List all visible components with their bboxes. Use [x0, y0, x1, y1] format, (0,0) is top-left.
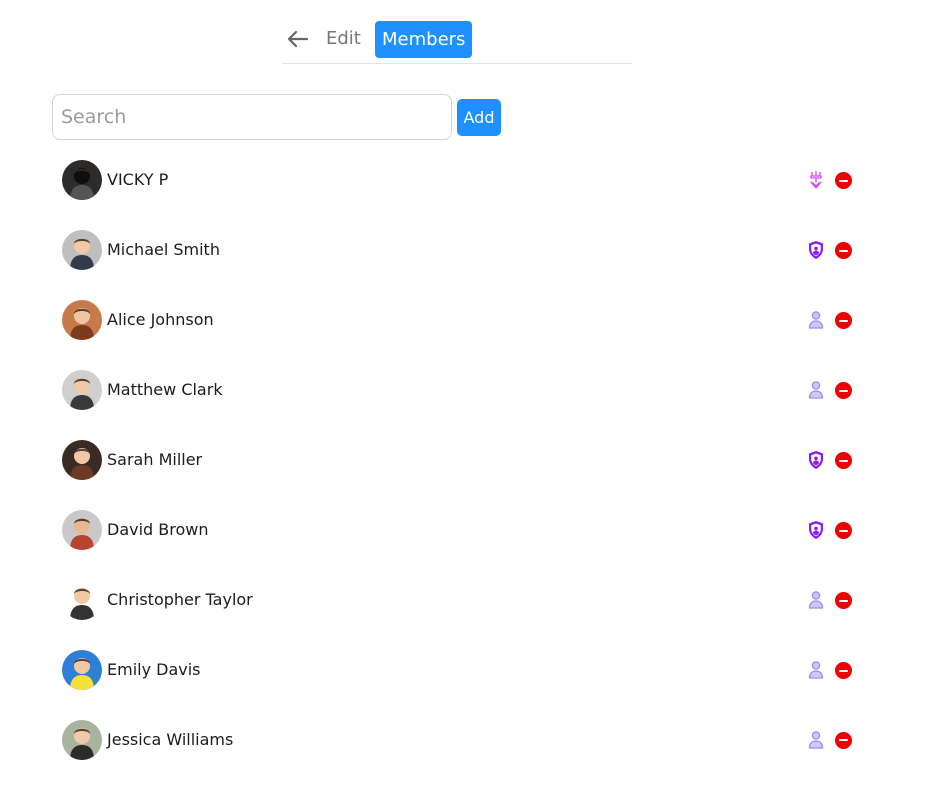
remove-member-icon[interactable]: [835, 242, 852, 259]
member-row: Emily Davis: [62, 650, 862, 720]
tab-members[interactable]: Members: [375, 21, 473, 58]
avatar: [62, 580, 102, 620]
member-row: Alice Johnson: [62, 300, 862, 370]
member-name: VICKY P: [107, 170, 169, 189]
remove-member-icon[interactable]: [835, 522, 852, 539]
member-row: Jessica Williams: [62, 719, 862, 790]
search-input[interactable]: [52, 94, 452, 140]
member-row: VICKY P: [62, 160, 862, 230]
admin-shield-icon[interactable]: [807, 240, 825, 260]
admin-shield-icon[interactable]: [807, 520, 825, 540]
member-row: Michael Smith: [62, 230, 862, 300]
member-row: David Brown: [62, 510, 862, 580]
avatar: [62, 510, 102, 550]
avatar: [62, 160, 102, 200]
remove-member-icon[interactable]: [835, 662, 852, 679]
member-list: VICKY P Michael Smith Alice Johnson Matt…: [62, 160, 862, 789]
tab-edit[interactable]: Edit: [326, 28, 361, 49]
member-name: Michael Smith: [107, 240, 220, 259]
member-user-icon[interactable]: [807, 310, 825, 330]
owner-icon[interactable]: [807, 170, 825, 190]
member-name: Alice Johnson: [107, 310, 214, 329]
member-name: Sarah Miller: [107, 450, 203, 469]
member-row: Christopher Taylor: [62, 580, 862, 650]
tab-bar: Edit Members: [282, 20, 632, 64]
remove-member-icon[interactable]: [835, 731, 852, 749]
remove-member-icon[interactable]: [835, 172, 852, 189]
remove-member-icon[interactable]: [835, 312, 852, 329]
member-user-icon[interactable]: [807, 660, 825, 680]
member-name: Christopher Taylor: [107, 590, 253, 609]
admin-shield-icon[interactable]: [807, 450, 825, 470]
avatar: [62, 719, 102, 760]
back-arrow-icon[interactable]: [286, 28, 310, 50]
avatar: [62, 300, 102, 340]
add-button[interactable]: Add: [457, 99, 501, 136]
member-name: Emily Davis: [107, 660, 201, 679]
remove-member-icon[interactable]: [835, 592, 852, 609]
member-row: Matthew Clark: [62, 370, 862, 440]
avatar: [62, 650, 102, 690]
member-name: David Brown: [107, 520, 209, 539]
member-user-icon[interactable]: [807, 730, 825, 750]
avatar: [62, 230, 102, 270]
remove-member-icon[interactable]: [835, 452, 852, 469]
member-name: Matthew Clark: [107, 380, 223, 399]
member-name: Jessica Williams: [107, 729, 234, 749]
member-user-icon[interactable]: [807, 380, 825, 400]
member-user-icon[interactable]: [807, 590, 825, 610]
remove-member-icon[interactable]: [835, 382, 852, 399]
avatar: [62, 370, 102, 410]
member-row: Sarah Miller: [62, 440, 862, 510]
avatar: [62, 440, 102, 480]
